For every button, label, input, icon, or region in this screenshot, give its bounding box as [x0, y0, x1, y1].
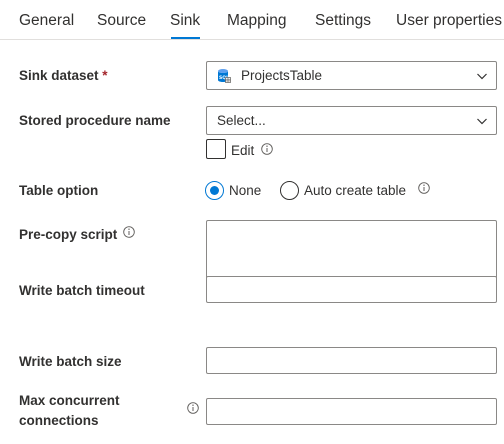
tab-mapping[interactable]: Mapping	[227, 12, 286, 30]
tab-bar: General Source Sink Mapping Settings Use…	[0, 0, 504, 40]
radio-auto-create-table[interactable]	[280, 181, 299, 200]
radio-none-label: None	[229, 183, 262, 198]
info-icon[interactable]	[261, 143, 273, 155]
edit-checkbox[interactable]	[206, 139, 226, 159]
write-batch-size-label: Write batch size	[19, 354, 122, 369]
write-batch-timeout-input[interactable]	[206, 276, 497, 303]
sink-dataset-label-text: Sink dataset	[19, 68, 99, 83]
radio-auto-create-table-label: Auto create table	[304, 183, 407, 198]
radio-none[interactable]	[205, 181, 224, 200]
chevron-down-icon	[477, 73, 487, 80]
max-concurrent-label-line2: connections	[19, 413, 99, 428]
info-icon[interactable]	[418, 182, 430, 194]
active-tab-indicator	[171, 37, 200, 39]
tab-source[interactable]: Source	[97, 12, 146, 30]
sink-dataset-value: ProjectsTable	[241, 68, 323, 83]
write-batch-timeout-label: Write batch timeout	[19, 283, 145, 298]
max-concurrent-label-line1: Max concurrent	[19, 393, 120, 408]
info-icon[interactable]	[123, 226, 135, 238]
tab-sink[interactable]: Sink	[170, 12, 200, 30]
sql-table-icon: SQL	[218, 69, 231, 83]
sink-dataset-dropdown[interactable]: SQL ProjectsTable	[206, 61, 497, 90]
tab-settings[interactable]: Settings	[315, 12, 371, 30]
stored-procedure-dropdown[interactable]: Select...	[206, 106, 497, 135]
stored-procedure-label: Stored procedure name	[19, 113, 171, 128]
chevron-down-icon	[477, 118, 487, 125]
tab-user-properties[interactable]: User properties	[396, 12, 502, 30]
max-concurrent-connections-input[interactable]	[206, 398, 497, 425]
stored-procedure-placeholder: Select...	[217, 113, 266, 128]
edit-checkbox-label: Edit	[231, 143, 255, 158]
pre-copy-script-label: Pre-copy script	[19, 227, 118, 242]
sink-dataset-label: Sink dataset *	[19, 68, 108, 83]
required-marker: *	[102, 68, 108, 83]
info-icon[interactable]	[187, 402, 199, 414]
table-option-label: Table option	[19, 183, 99, 198]
tab-general[interactable]: General	[19, 12, 74, 30]
write-batch-size-input[interactable]	[206, 347, 497, 374]
